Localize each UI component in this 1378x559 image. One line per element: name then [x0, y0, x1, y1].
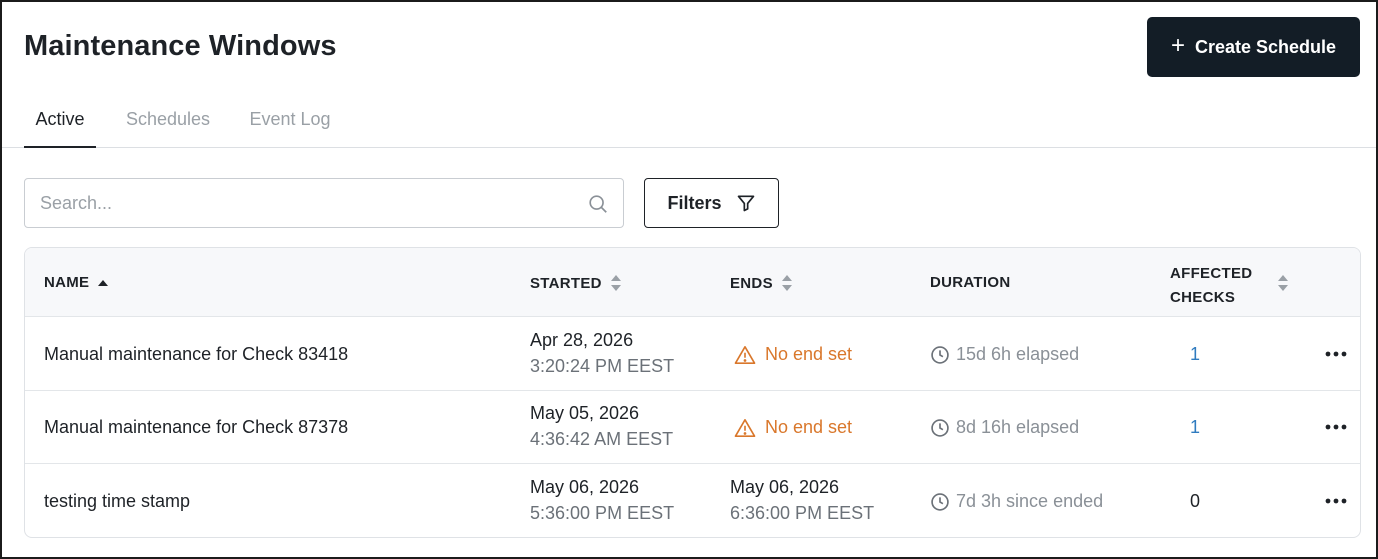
page-title: Maintenance Windows: [24, 30, 337, 62]
sort-icon: [781, 275, 792, 291]
column-duration-label: DURATION: [930, 274, 1011, 291]
row-started-date: May 05, 2026: [530, 403, 640, 423]
row-name: testing time stamp: [44, 491, 191, 511]
warning-icon: [734, 418, 756, 437]
plus-icon: +: [1170, 32, 1185, 59]
row-affected-count[interactable]: 1: [1190, 344, 1200, 365]
row-ends-status: No end set: [734, 344, 852, 365]
tab-schedules-label: Schedules: [125, 109, 211, 129]
sort-icon[interactable]: [1277, 274, 1289, 292]
row-affected-count[interactable]: 1: [1190, 417, 1200, 438]
tab-event-log[interactable]: Event Log: [248, 92, 332, 147]
tab-active-label: Active: [35, 109, 85, 129]
row-name: Manual maintenance for Check 83418: [44, 344, 349, 364]
table-row[interactable]: testing time stamp May 06, 2026 5:36:00 …: [25, 464, 1360, 537]
table-row[interactable]: Manual maintenance for Check 87378 May 0…: [25, 391, 1360, 464]
column-affected-label-1: AFFECTED: [1170, 265, 1253, 282]
column-ends-label: ENDS: [730, 274, 773, 292]
row-duration: 7d 3h since ended: [930, 491, 1103, 512]
column-started[interactable]: STARTED: [530, 274, 622, 292]
create-schedule-label: Create Schedule: [1194, 36, 1337, 57]
warning-icon: [734, 345, 756, 364]
row-duration: 15d 6h elapsed: [930, 344, 1079, 365]
column-ends[interactable]: ENDS: [730, 274, 793, 292]
column-affected-checks[interactable]: AFFECTED CHECKS: [1170, 262, 1252, 310]
row-ends-date: May 06, 2026: [730, 477, 840, 497]
tab-bar: Active Schedules Event Log: [2, 92, 1376, 148]
search-icon[interactable]: [587, 193, 609, 215]
row-ends-text: No end set: [765, 417, 853, 437]
app-frame: Maintenance Windows + Create Schedule Ac…: [0, 0, 1378, 559]
row-duration-text: 7d 3h since ended: [956, 491, 1104, 511]
clock-icon: [931, 492, 949, 511]
clock-icon: [931, 418, 949, 437]
column-started-label: STARTED: [530, 274, 602, 292]
tab-schedules[interactable]: Schedules: [124, 92, 212, 147]
filters-button[interactable]: Filters: [644, 178, 779, 228]
row-duration-text: 15d 6h elapsed: [956, 344, 1080, 364]
column-name-label: NAME: [44, 274, 90, 291]
maintenance-table: NAME STARTED ENDS DURATION AFFECTED CHEC…: [24, 247, 1361, 538]
row-duration: 8d 16h elapsed: [930, 417, 1079, 438]
row-name: Manual maintenance for Check 87378: [44, 417, 349, 437]
column-affected-label-2: CHECKS: [1170, 289, 1236, 306]
tab-event-log-label: Event Log: [249, 109, 331, 129]
row-started-date: May 06, 2026: [530, 477, 640, 497]
row-started-time: 3:20:24 PM EEST: [530, 356, 675, 376]
table-row[interactable]: Manual maintenance for Check 83418 Apr 2…: [25, 317, 1360, 391]
more-icon[interactable]: [1324, 494, 1348, 508]
column-duration: DURATION: [930, 274, 1010, 291]
row-ends-status: No end set: [734, 417, 852, 438]
row-ends-text: No end set: [765, 344, 853, 364]
sort-asc-icon: [98, 279, 109, 286]
tab-active[interactable]: Active: [24, 92, 96, 148]
row-started-time: 4:36:42 AM EEST: [530, 429, 674, 449]
search-input[interactable]: [40, 179, 580, 227]
filters-label: Filters: [667, 192, 722, 213]
table-header: NAME STARTED ENDS DURATION AFFECTED CHEC…: [25, 248, 1360, 317]
search-box: [24, 178, 624, 228]
more-icon[interactable]: [1324, 420, 1348, 434]
filter-icon: [737, 195, 754, 212]
row-started-date: Apr 28, 2026: [530, 330, 634, 350]
row-started-time: 5:36:00 PM EEST: [530, 503, 675, 523]
create-schedule-button[interactable]: + Create Schedule: [1147, 17, 1360, 77]
more-icon[interactable]: [1324, 347, 1348, 361]
sort-icon: [610, 275, 621, 291]
column-name[interactable]: NAME: [44, 274, 109, 291]
clock-icon: [931, 345, 949, 364]
row-duration-text: 8d 16h elapsed: [956, 417, 1080, 437]
row-ends-time: 6:36:00 PM EEST: [730, 503, 875, 523]
row-affected-count: 0: [1190, 491, 1201, 511]
